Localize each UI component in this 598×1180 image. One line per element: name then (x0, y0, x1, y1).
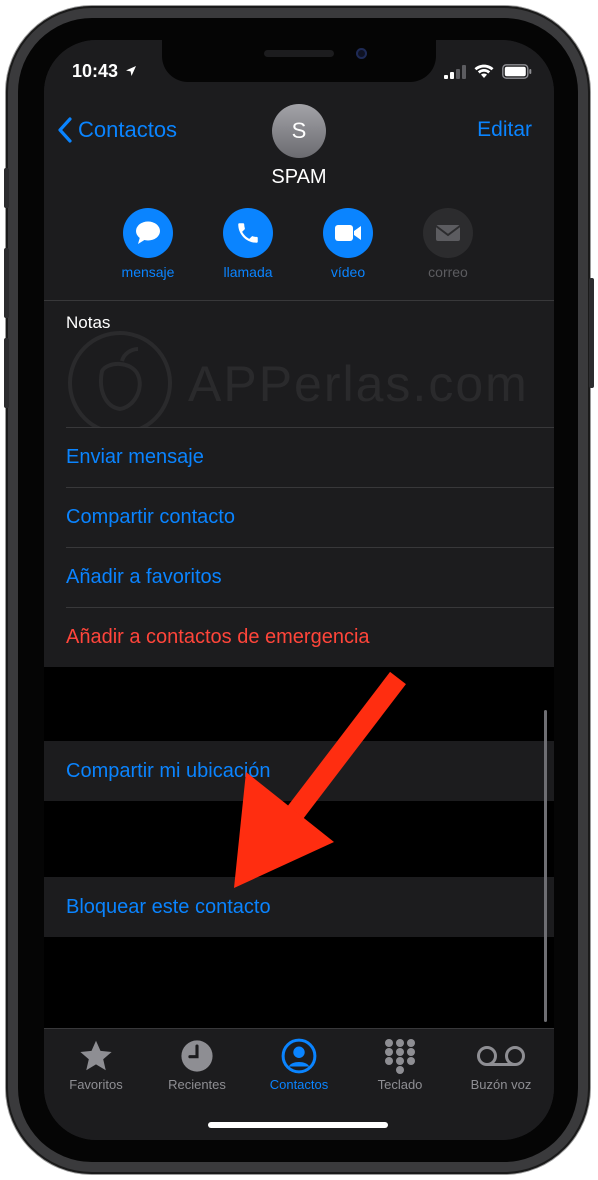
share-contact-option[interactable]: Compartir contacto (44, 487, 554, 547)
side-power-button (589, 278, 594, 388)
avatar-initial: S (291, 118, 307, 143)
add-to-emergency-contacts-option[interactable]: Añadir a contactos de emergencia (44, 607, 554, 667)
tab-favoritos[interactable]: Favoritos (46, 1037, 146, 1092)
avatar: S (272, 104, 326, 158)
contact-card-screen: Contactos Editar S SPAM mensaje llamada (44, 40, 554, 1140)
tab-favoritos-label: Favoritos (69, 1077, 123, 1092)
scrollbar[interactable] (544, 710, 547, 1022)
block-contact-option[interactable]: Bloquear este contacto (44, 877, 554, 937)
video-action-label: vídeo (330, 264, 366, 280)
volume-down-button (4, 338, 9, 408)
back-button-label: Contactos (78, 117, 178, 142)
cellular-signal-icon (444, 64, 466, 79)
wifi-icon (474, 64, 494, 78)
tab-teclado[interactable]: Teclado (350, 1037, 450, 1092)
video-icon (335, 225, 361, 241)
voicemail-icon (477, 1046, 525, 1066)
tab-contactos-label: Contactos (269, 1077, 329, 1092)
add-to-favorites-option[interactable]: Añadir a favoritos (44, 547, 554, 607)
status-time-text: 10:43 (72, 61, 119, 81)
tab-buzon-voz[interactable]: Buzón voz (451, 1037, 551, 1092)
star-icon (80, 1040, 112, 1071)
contact-name: SPAM (271, 166, 327, 188)
notes-field[interactable]: Notas APPerlas.com (44, 301, 554, 435)
person-circle-icon (281, 1038, 317, 1074)
message-action-label: mensaje (121, 264, 175, 280)
volume-up-button (4, 248, 9, 318)
tab-buzon-voz-label: Buzón voz (470, 1077, 532, 1092)
message-action-button[interactable]: mensaje (108, 208, 188, 280)
location-arrow-icon (126, 66, 137, 76)
battery-icon (502, 64, 532, 79)
contact-options-list: Enviar mensaje Compartir contacto Añadir… (44, 427, 554, 667)
call-action-button[interactable]: llamada (208, 208, 288, 280)
keypad-icon (385, 1039, 415, 1074)
watermark-text: APPerlas.com (188, 356, 529, 412)
watermark-logo-icon (68, 331, 172, 435)
call-action-label: llamada (223, 264, 273, 280)
tab-contactos[interactable]: Contactos (249, 1037, 349, 1092)
front-camera (356, 48, 367, 59)
block-section: Bloquear este contacto (44, 877, 554, 937)
video-action-button[interactable]: vídeo (308, 208, 388, 280)
home-indicator[interactable] (208, 1122, 388, 1128)
section-gap (44, 801, 554, 877)
notch (162, 40, 436, 82)
tab-recientes-label: Recientes (168, 1077, 226, 1092)
watermark: APPerlas.com (62, 331, 552, 435)
section-gap (44, 667, 554, 741)
share-location-option[interactable]: Compartir mi ubicación (44, 741, 554, 801)
message-icon (136, 221, 160, 244)
earpiece-speaker (264, 50, 334, 57)
tab-teclado-label: Teclado (377, 1077, 423, 1092)
status-time: 10:43 (72, 61, 137, 82)
clock-icon (181, 1040, 213, 1072)
location-section: Compartir mi ubicación (44, 741, 554, 801)
mail-icon (435, 225, 461, 241)
tab-recientes[interactable]: Recientes (147, 1037, 247, 1092)
chevron-left-icon (58, 117, 72, 143)
mail-action-label: correo (428, 264, 468, 280)
mail-action-button[interactable]: correo (408, 208, 488, 280)
notes-label: Notas (66, 313, 111, 332)
edit-button[interactable]: Editar (477, 118, 532, 142)
section-gap (44, 937, 554, 1028)
send-message-option[interactable]: Enviar mensaje (44, 427, 554, 487)
phone-icon (238, 223, 258, 243)
phone-screen: Contactos Editar S SPAM mensaje llamada (44, 40, 554, 1140)
status-indicators (444, 64, 532, 79)
silent-switch (4, 168, 9, 208)
back-button[interactable]: Contactos (56, 116, 177, 144)
